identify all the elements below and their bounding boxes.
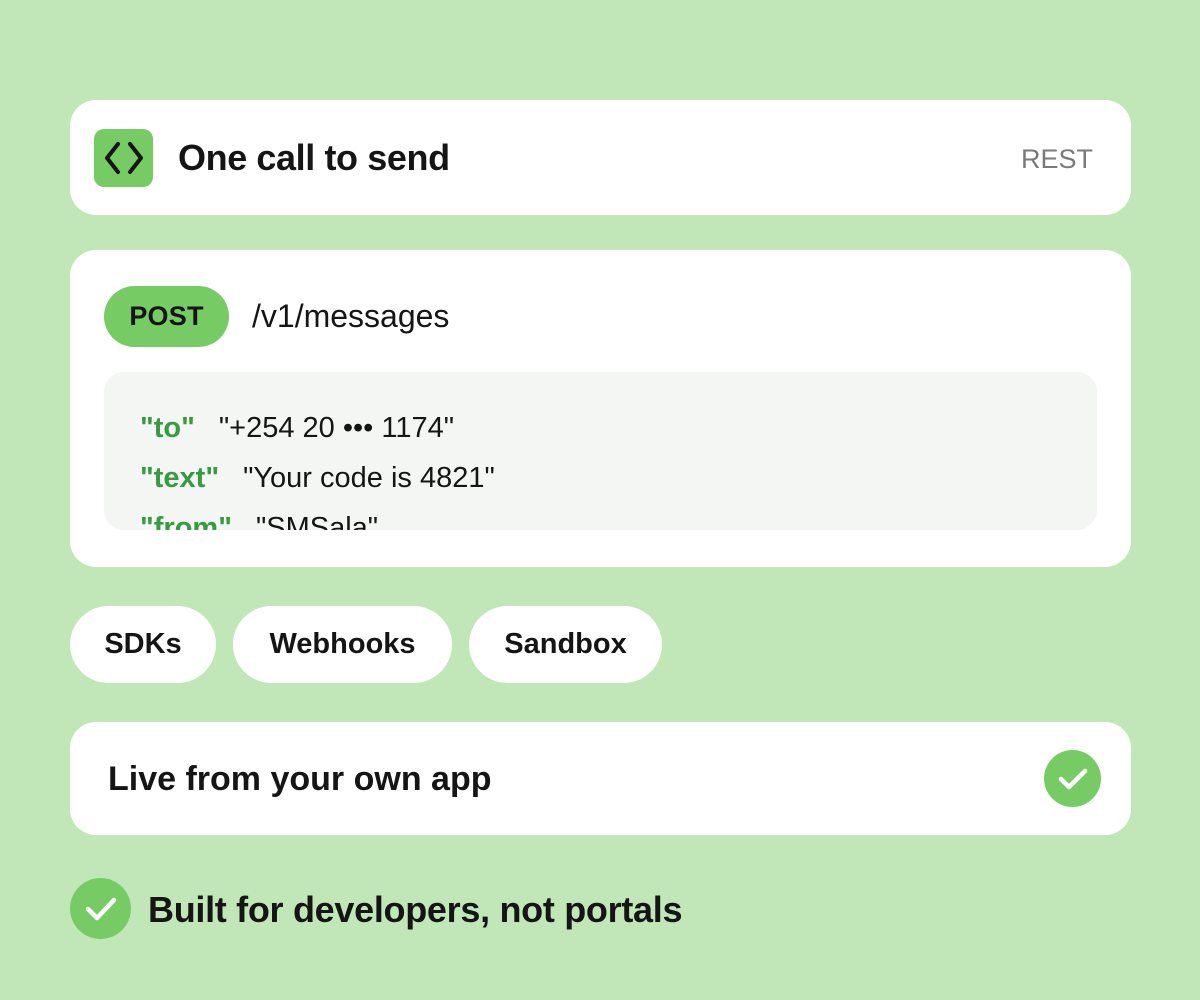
payload-key: "from" [140, 512, 232, 530]
payload-row-to: "to" "+254 20 ••• 1174" [140, 410, 454, 446]
status-text: Live from your own app [108, 760, 492, 798]
payload-key: "to" [140, 412, 195, 444]
request-payload: "to" "+254 20 ••• 1174" "text" "Your cod… [104, 372, 1097, 530]
check-icon [70, 878, 131, 939]
api-request-card: POST /v1/messages "to" "+254 20 ••• 1174… [70, 250, 1131, 567]
http-method-badge: POST [104, 286, 229, 347]
payload-row-from: "from" "SMSala" [140, 510, 378, 530]
header-title: One call to send [178, 137, 450, 178]
payload-key: "text" [140, 462, 220, 494]
payload-value: "Your code is 4821" [243, 462, 495, 494]
header-card: One call to send REST [70, 100, 1131, 215]
check-icon-glyph [1058, 768, 1087, 789]
footer-tagline: Built for developers, not portals [148, 889, 683, 930]
api-type-label: REST [1020, 144, 1093, 174]
payload-row-text: "text" "Your code is 4821" [140, 460, 495, 496]
check-icon-glyph [85, 897, 116, 920]
feature-pill-webhooks[interactable]: Webhooks [233, 606, 452, 683]
payload-value: "SMSala" [255, 512, 379, 530]
code-brackets-icon [94, 129, 153, 187]
live-status-card: Live from your own app [70, 722, 1131, 835]
check-icon [1044, 750, 1101, 807]
code-brackets-icon-glyph [104, 142, 143, 174]
endpoint-path: /v1/messages [252, 298, 450, 334]
payload-value: "+254 20 ••• 1174" [218, 412, 455, 444]
feature-pill-sdks[interactable]: SDKs [70, 606, 216, 683]
feature-pill-sandbox[interactable]: Sandbox [469, 606, 662, 683]
